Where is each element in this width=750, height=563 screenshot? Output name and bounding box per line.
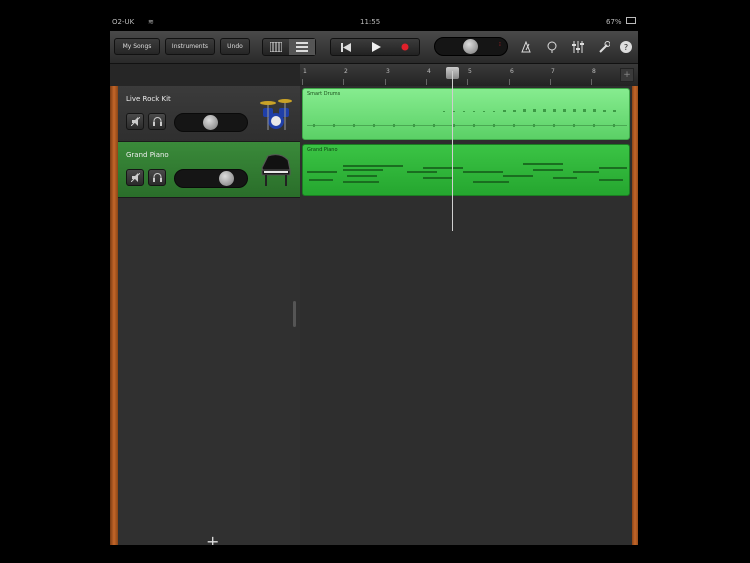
- metronome-icon[interactable]: [518, 39, 534, 55]
- battery-icon: [626, 17, 636, 24]
- piano-notes: [307, 163, 627, 183]
- bar-number: 5: [468, 68, 472, 75]
- carrier-label: O2-UK: [112, 18, 135, 26]
- region-label: Grand Piano: [307, 147, 338, 153]
- playhead-line: [452, 71, 453, 231]
- ruler-tick: [302, 79, 303, 85]
- region-label: Smart Drums: [307, 91, 341, 97]
- ruler-tick: [426, 79, 427, 85]
- track-volume-knob[interactable]: [203, 115, 218, 130]
- help-icon[interactable]: ?: [618, 39, 634, 55]
- track-header-drums[interactable]: Live Rock Kit: [118, 86, 300, 142]
- master-volume-knob[interactable]: [463, 39, 478, 54]
- bar-number: 8: [592, 68, 596, 75]
- mute-icon[interactable]: [126, 113, 144, 130]
- track-volume-slider[interactable]: [174, 113, 248, 132]
- record-icon[interactable]: [391, 39, 419, 55]
- timeline-ruler[interactable]: 1 2 3 4 5 6 7 8 +: [300, 64, 638, 87]
- loop-browser-icon[interactable]: [544, 39, 560, 55]
- right-wood-rail: [631, 86, 638, 545]
- mute-icon[interactable]: [126, 169, 144, 186]
- bar-number: 2: [344, 68, 348, 75]
- bar-number: 6: [510, 68, 514, 75]
- play-icon[interactable]: [361, 39, 391, 55]
- add-section-icon[interactable]: +: [620, 68, 634, 82]
- solo-headphones-icon[interactable]: [148, 113, 166, 130]
- ruler-tick: [385, 79, 386, 85]
- ruler-tick: [467, 79, 468, 85]
- garageband-window: My Songs Instruments Undo ⁝ ? 1 2 3 4 5 …: [110, 31, 638, 545]
- bar-number: 1: [303, 68, 307, 75]
- ruler-tick: [591, 79, 592, 85]
- status-bar: O2-UK ≋ 11:55 67%: [110, 16, 638, 30]
- settings-wrench-icon[interactable]: [596, 39, 612, 55]
- ruler-tick: [509, 79, 510, 85]
- ruler-tick: [550, 79, 551, 85]
- region-grand-piano[interactable]: Grand Piano: [302, 144, 630, 196]
- solo-headphones-icon[interactable]: [148, 169, 166, 186]
- arrangement-area[interactable]: Smart Drums Grand Piano: [300, 86, 632, 545]
- undo-button[interactable]: Undo: [220, 38, 250, 55]
- instruments-button[interactable]: Instruments: [165, 38, 215, 55]
- ruler-corner: [110, 64, 300, 87]
- battery-label: 67%: [606, 18, 622, 26]
- svg-text:?: ?: [624, 43, 628, 52]
- track-volume-slider[interactable]: [174, 169, 248, 188]
- left-wood-rail: [110, 86, 118, 545]
- add-track-button[interactable]: +: [206, 534, 219, 546]
- toolbar: My Songs Instruments Undo ⁝ ?: [110, 31, 638, 64]
- track-header-resize-handle[interactable]: [293, 301, 296, 327]
- input-level-indicator: ⁝: [499, 41, 501, 48]
- bar-number: 3: [386, 68, 390, 75]
- drum-kit-icon: [258, 94, 294, 132]
- tracks-view-icon[interactable]: [289, 39, 315, 55]
- track-name: Live Rock Kit: [126, 95, 171, 103]
- my-songs-button[interactable]: My Songs: [114, 38, 160, 55]
- view-switcher: [262, 38, 316, 56]
- mixer-icon[interactable]: [570, 39, 586, 55]
- track-volume-knob[interactable]: [219, 171, 234, 186]
- clock-label: 11:55: [360, 18, 381, 26]
- drum-pattern: [307, 109, 627, 127]
- go-to-start-icon[interactable]: [331, 39, 361, 55]
- keyboard-view-icon[interactable]: [263, 39, 289, 55]
- bar-number: 4: [427, 68, 431, 75]
- grand-piano-icon: [258, 150, 294, 188]
- ruler-tick: [343, 79, 344, 85]
- track-header-piano[interactable]: Grand Piano: [118, 142, 300, 198]
- track-headers: Live Rock Kit Grand Piano +: [118, 86, 301, 545]
- bar-number: 7: [551, 68, 555, 75]
- wifi-icon: ≋: [148, 18, 154, 26]
- track-name: Grand Piano: [126, 151, 169, 159]
- master-volume-slider[interactable]: ⁝: [434, 37, 508, 56]
- transport-controls: [330, 38, 420, 56]
- region-smart-drums[interactable]: Smart Drums: [302, 88, 630, 140]
